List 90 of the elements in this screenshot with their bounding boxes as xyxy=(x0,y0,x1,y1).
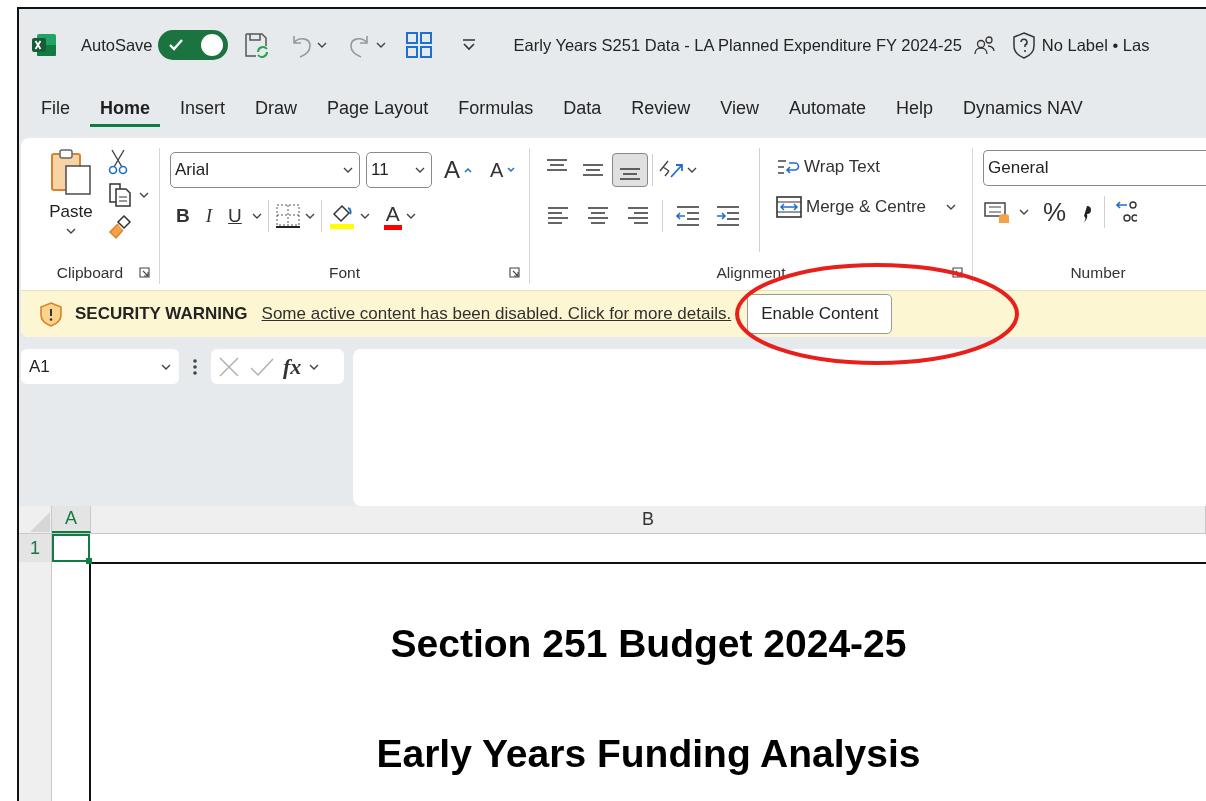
name-box-caret-icon[interactable] xyxy=(161,363,171,370)
ribbon-tab[interactable]: Automate xyxy=(778,92,876,127)
row-header[interactable]: 1 xyxy=(19,534,52,562)
orientation-caret-icon[interactable] xyxy=(687,167,697,173)
ribbon-tab[interactable]: Review xyxy=(621,92,701,127)
font-name-value: Arial xyxy=(175,160,209,180)
number-format-dropdown[interactable]: General xyxy=(983,150,1206,186)
group-label: Font xyxy=(329,264,360,283)
ribbon-tab[interactable]: Data xyxy=(553,92,612,127)
column-header[interactable]: B xyxy=(91,506,1206,533)
dropdown-caret-icon[interactable] xyxy=(343,167,353,173)
down-caret-icon xyxy=(507,167,516,173)
warning-title: SECURITY WARNING xyxy=(75,304,248,325)
group-label: Number xyxy=(1070,264,1126,283)
underline-button[interactable]: U xyxy=(222,199,248,233)
enable-content-button[interactable]: Enable Content xyxy=(747,294,893,335)
check-icon xyxy=(167,38,184,52)
format-painter-icon[interactable] xyxy=(107,214,133,240)
wrap-text-button[interactable]: Wrap Text xyxy=(770,150,962,184)
autosave-toggle[interactable] xyxy=(157,30,228,60)
font-color-button[interactable]: A xyxy=(383,202,402,230)
formula-input[interactable] xyxy=(353,349,1206,506)
group-label: Clipboard xyxy=(56,264,124,283)
align-middle-icon xyxy=(582,164,604,176)
report-subtitle: Early Years Funding Analysis xyxy=(376,732,921,776)
merge-and-centre-button[interactable]: Merge & Centre xyxy=(770,190,962,224)
grid-layout-icon[interactable] xyxy=(405,32,432,58)
number-format-value: General xyxy=(988,158,1049,178)
insert-function-button[interactable]: fx xyxy=(283,353,302,380)
increase-decimal-icon[interactable] xyxy=(1115,199,1138,225)
bottom-align-button[interactable] xyxy=(612,153,648,187)
fill-color-icon[interactable] xyxy=(327,202,356,230)
fill-color-caret-icon[interactable] xyxy=(359,213,370,219)
ribbon-tab[interactable]: Page Layout xyxy=(317,92,439,127)
borders-caret-icon[interactable] xyxy=(304,213,315,219)
ribbon-tab[interactable]: Insert xyxy=(170,92,236,127)
paste-button[interactable]: Paste xyxy=(43,148,99,263)
borders-icon[interactable] xyxy=(274,203,301,229)
column-header[interactable]: A xyxy=(52,506,91,533)
decrease-indent-icon[interactable] xyxy=(675,204,701,228)
group-label: Alignment xyxy=(716,264,786,283)
autosave-label: AutoSave xyxy=(81,35,153,55)
merge-caret-icon[interactable] xyxy=(946,204,956,210)
underline-caret-icon[interactable] xyxy=(251,213,262,219)
ribbon-tab[interactable]: File xyxy=(31,92,80,127)
italic-button[interactable]: I xyxy=(199,199,219,233)
ribbon-tab[interactable]: Draw xyxy=(245,92,308,127)
increase-indent-icon[interactable] xyxy=(715,204,741,228)
merge-cells-icon xyxy=(776,195,802,219)
ribbon-tab[interactable]: Home xyxy=(90,92,161,127)
bold-button[interactable]: B xyxy=(170,199,196,233)
cut-icon[interactable] xyxy=(107,148,129,176)
excel-logo-icon xyxy=(31,32,57,58)
shield-question-icon[interactable] xyxy=(1011,31,1036,59)
accounting-caret-icon[interactable] xyxy=(1019,209,1029,215)
selected-cell[interactable] xyxy=(52,534,90,562)
align-top-icon xyxy=(546,159,568,171)
font-name-dropdown[interactable]: Arial xyxy=(170,152,360,188)
paste-caret-icon[interactable] xyxy=(66,228,76,234)
percent-style-button[interactable]: % xyxy=(1037,195,1073,229)
accounting-format-icon[interactable] xyxy=(983,199,1011,225)
customize-toolbar-icon[interactable] xyxy=(461,39,476,51)
copy-caret-icon[interactable] xyxy=(139,192,149,198)
redo-caret-icon[interactable] xyxy=(375,42,386,48)
warning-shield-icon xyxy=(39,301,63,328)
undo-caret-icon[interactable] xyxy=(316,42,327,48)
people-icon[interactable] xyxy=(973,35,996,55)
paste-label: Paste xyxy=(49,202,93,222)
increase-font-size-button[interactable]: A xyxy=(438,153,478,187)
report-title: Section 251 Budget 2024-25 xyxy=(390,622,907,666)
cell-reference: A1 xyxy=(29,356,50,377)
dropdown-caret-icon[interactable] xyxy=(415,167,425,173)
ribbon-tab[interactable]: Formulas xyxy=(448,92,544,127)
ribbon-tab[interactable]: Help xyxy=(886,92,944,127)
font-size-dropdown[interactable]: 11 xyxy=(366,152,432,188)
font-size-value: 11 xyxy=(371,160,389,180)
sensitivity-label[interactable]: No Label • Las xyxy=(1041,35,1150,55)
up-caret-icon xyxy=(464,167,472,173)
copy-icon[interactable] xyxy=(107,182,133,208)
decrease-font-size-button[interactable]: A xyxy=(484,153,522,187)
function-caret-icon[interactable] xyxy=(309,363,320,370)
ribbon-tab[interactable]: View xyxy=(710,92,769,127)
document-title: Early Years S251 Data - LA Planned Expenditure FY 2024-25 xyxy=(513,35,962,55)
ribbon-tab[interactable]: Dynamics NAV xyxy=(953,92,1093,127)
font-color-caret-icon[interactable] xyxy=(405,213,416,219)
more-options-icon[interactable] xyxy=(192,358,198,376)
name-box[interactable]: A1 xyxy=(21,349,179,384)
align-bottom-icon xyxy=(619,168,641,180)
clipboard-icon xyxy=(49,148,93,196)
details-link[interactable]: Some active content has been disabled. Click for more details. xyxy=(261,304,732,325)
